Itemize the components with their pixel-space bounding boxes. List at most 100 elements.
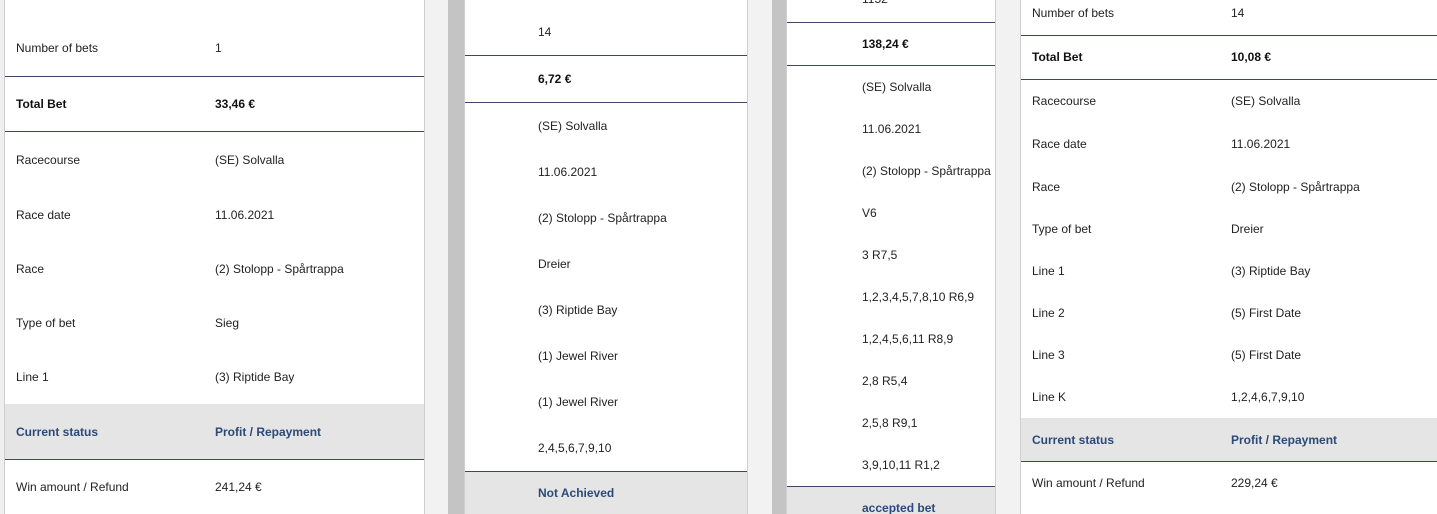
racecourse-value: (SE) Solvalla <box>1231 94 1301 108</box>
row-line-3: (1) Jewel River <box>465 379 747 425</box>
row-win-amount: Win amount / Refund 229,24 € <box>1021 463 1437 514</box>
race-date-value: 11.06.2021 <box>1231 137 1291 151</box>
gutter-2 <box>748 0 772 514</box>
row-racecourse: (SE) Solvalla <box>787 66 995 108</box>
race-label: Race <box>1032 180 1061 194</box>
row-line-1: Line 1 (3) Riptide Bay <box>5 349 424 404</box>
row-number-of-bets: 1152 <box>787 0 995 23</box>
row-number-of-bets: Number of bets 1 <box>5 0 424 77</box>
type-of-bet-label: Type of bet <box>1032 222 1092 236</box>
line-3-value: (1) Jewel River <box>538 395 619 409</box>
race-date-label: Race date <box>16 208 71 222</box>
row-leg-3: 1,2,4,5,6,11 R8,9 <box>787 318 995 360</box>
race-value: (2) Stolopp - Spårtrappa <box>538 211 667 225</box>
row-type-of-bet: V6 <box>787 192 995 234</box>
win-amount-label: Win amount / Refund <box>1032 476 1145 490</box>
leg-2-value: 1,2,3,4,5,7,8,10 R6,9 <box>862 290 975 304</box>
row-total-bet: 6,72 € <box>465 56 747 103</box>
line-k-label: Line K <box>1032 390 1067 404</box>
race-label: Race <box>16 262 45 276</box>
current-status-value: Not Achieved <box>538 486 615 500</box>
row-line-k: Line K 1,2,4,6,7,9,10 <box>1021 374 1437 418</box>
row-total-bet: Total Bet 33,46 € <box>5 77 424 132</box>
row-current-status: accepted bet <box>787 487 995 514</box>
racecourse-value: (SE) Solvalla <box>538 119 608 133</box>
total-bet-value: 10,08 € <box>1231 50 1272 64</box>
race-date-value: 11.06.2021 <box>862 122 922 136</box>
line-1-value: (3) Riptide Bay <box>215 370 295 384</box>
racecourse-label: Racecourse <box>16 153 81 167</box>
line-k-value: 1,2,4,6,7,9,10 <box>1231 390 1305 404</box>
number-of-bets-label: Number of bets <box>1032 6 1115 20</box>
line-1-label: Line 1 <box>16 370 49 384</box>
row-leg-5: 2,5,8 R9,1 <box>787 402 995 444</box>
type-of-bet-value: V6 <box>862 206 877 220</box>
number-of-bets-value: 14 <box>538 25 552 39</box>
number-of-bets-value: 1 <box>215 41 222 55</box>
row-line-2: (1) Jewel River <box>465 333 747 379</box>
row-race-date: 11.06.2021 <box>465 149 747 195</box>
gutter-3 <box>996 0 1020 514</box>
race-value: (2) Stolopp - Spårtrappa <box>215 262 344 276</box>
total-bet-label: Total Bet <box>16 97 67 111</box>
row-line-1: (3) Riptide Bay <box>465 287 747 333</box>
type-of-bet-value: Dreier <box>538 257 571 271</box>
row-leg-4: 2,8 R5,4 <box>787 360 995 402</box>
gutter-divider-1 <box>448 0 464 514</box>
line-1-value: (3) Riptide Bay <box>538 303 618 317</box>
line-2-label: Line 2 <box>1032 306 1065 320</box>
line-2-value: (5) First Date <box>1231 306 1302 320</box>
row-line-2: Line 2 (5) First Date <box>1021 290 1437 332</box>
racecourse-value: (SE) Solvalla <box>862 80 932 94</box>
win-amount-value: 229,24 € <box>1231 476 1278 490</box>
number-of-bets-value: 14 <box>1231 6 1245 20</box>
current-status-value: Profit / Repayment <box>1231 433 1338 447</box>
row-type-of-bet: Type of bet Dreier <box>1021 206 1437 248</box>
row-line-1: Line 1 (3) Riptide Bay <box>1021 248 1437 290</box>
row-number-of-bets: 14 <box>465 0 747 56</box>
row-race: (2) Stolopp - Spårtrappa <box>465 195 747 241</box>
row-line-3: Line 3 (5) First Date <box>1021 332 1437 374</box>
row-race-date: 11.06.2021 <box>787 108 995 150</box>
row-current-status: Current status Profit / Repayment <box>5 404 424 460</box>
race-date-label: Race date <box>1032 137 1087 151</box>
number-of-bets-value: 1152 <box>862 0 888 6</box>
row-number-of-bets: Number of bets 14 <box>1021 0 1437 36</box>
win-amount-label: Win amount / Refund <box>16 480 129 494</box>
total-bet-value: 6,72 € <box>538 72 572 86</box>
race-date-value: 11.06.2021 <box>215 208 275 222</box>
line-3-label: Line 3 <box>1032 348 1065 362</box>
line-k-value: 2,4,5,6,7,9,10 <box>538 441 612 455</box>
race-value: (2) Stolopp - Spårtrappa <box>862 164 991 178</box>
leg-4-value: 2,8 R5,4 <box>862 374 908 388</box>
current-status-label: Current status <box>16 425 99 439</box>
bet-card-4: Number of bets 14 Total Bet 10,08 € Race… <box>1020 0 1437 514</box>
row-total-bet: 138,24 € <box>787 23 995 66</box>
row-race-date: Race date 11.06.2021 <box>5 187 424 241</box>
row-total-bet: Total Bet 10,08 € <box>1021 36 1437 80</box>
leg-3-value: 1,2,4,5,6,11 R8,9 <box>862 332 954 346</box>
row-leg-2: 1,2,3,4,5,7,8,10 R6,9 <box>787 276 995 318</box>
number-of-bets-label: Number of bets <box>16 41 99 55</box>
row-race-date: Race date 11.06.2021 <box>1021 122 1437 164</box>
row-leg-6: 3,9,10,11 R1,2 <box>787 444 995 487</box>
row-type-of-bet: Dreier <box>465 241 747 287</box>
row-race: (2) Stolopp - Spårtrappa <box>787 150 995 192</box>
row-race: Race (2) Stolopp - Spårtrappa <box>5 241 424 295</box>
line-1-label: Line 1 <box>1032 264 1065 278</box>
total-bet-label: Total Bet <box>1032 50 1083 64</box>
leg-1-value: 3 R7,5 <box>862 248 898 262</box>
race-value: (2) Stolopp - Spårtrappa <box>1231 180 1360 194</box>
bet-card-1: Number of bets 1 Total Bet 33,46 € Racec… <box>4 0 425 514</box>
bet-card-2: 14 6,72 € (SE) Solvalla 11.06.2021 (2) S… <box>464 0 748 514</box>
type-of-bet-value: Sieg <box>215 316 240 330</box>
type-of-bet-label: Type of bet <box>16 316 76 330</box>
win-amount-value: 241,24 € <box>215 480 262 494</box>
racecourse-label: Racecourse <box>1032 94 1097 108</box>
bet-card-3: 1152 138,24 € (SE) Solvalla 11.06.2021 (… <box>786 0 996 514</box>
gutter-1 <box>426 0 448 514</box>
racecourse-value: (SE) Solvalla <box>215 153 285 167</box>
row-leg-1: 3 R7,5 <box>787 234 995 276</box>
line-1-value: (3) Riptide Bay <box>1231 264 1311 278</box>
current-status-label: Current status <box>1032 433 1115 447</box>
